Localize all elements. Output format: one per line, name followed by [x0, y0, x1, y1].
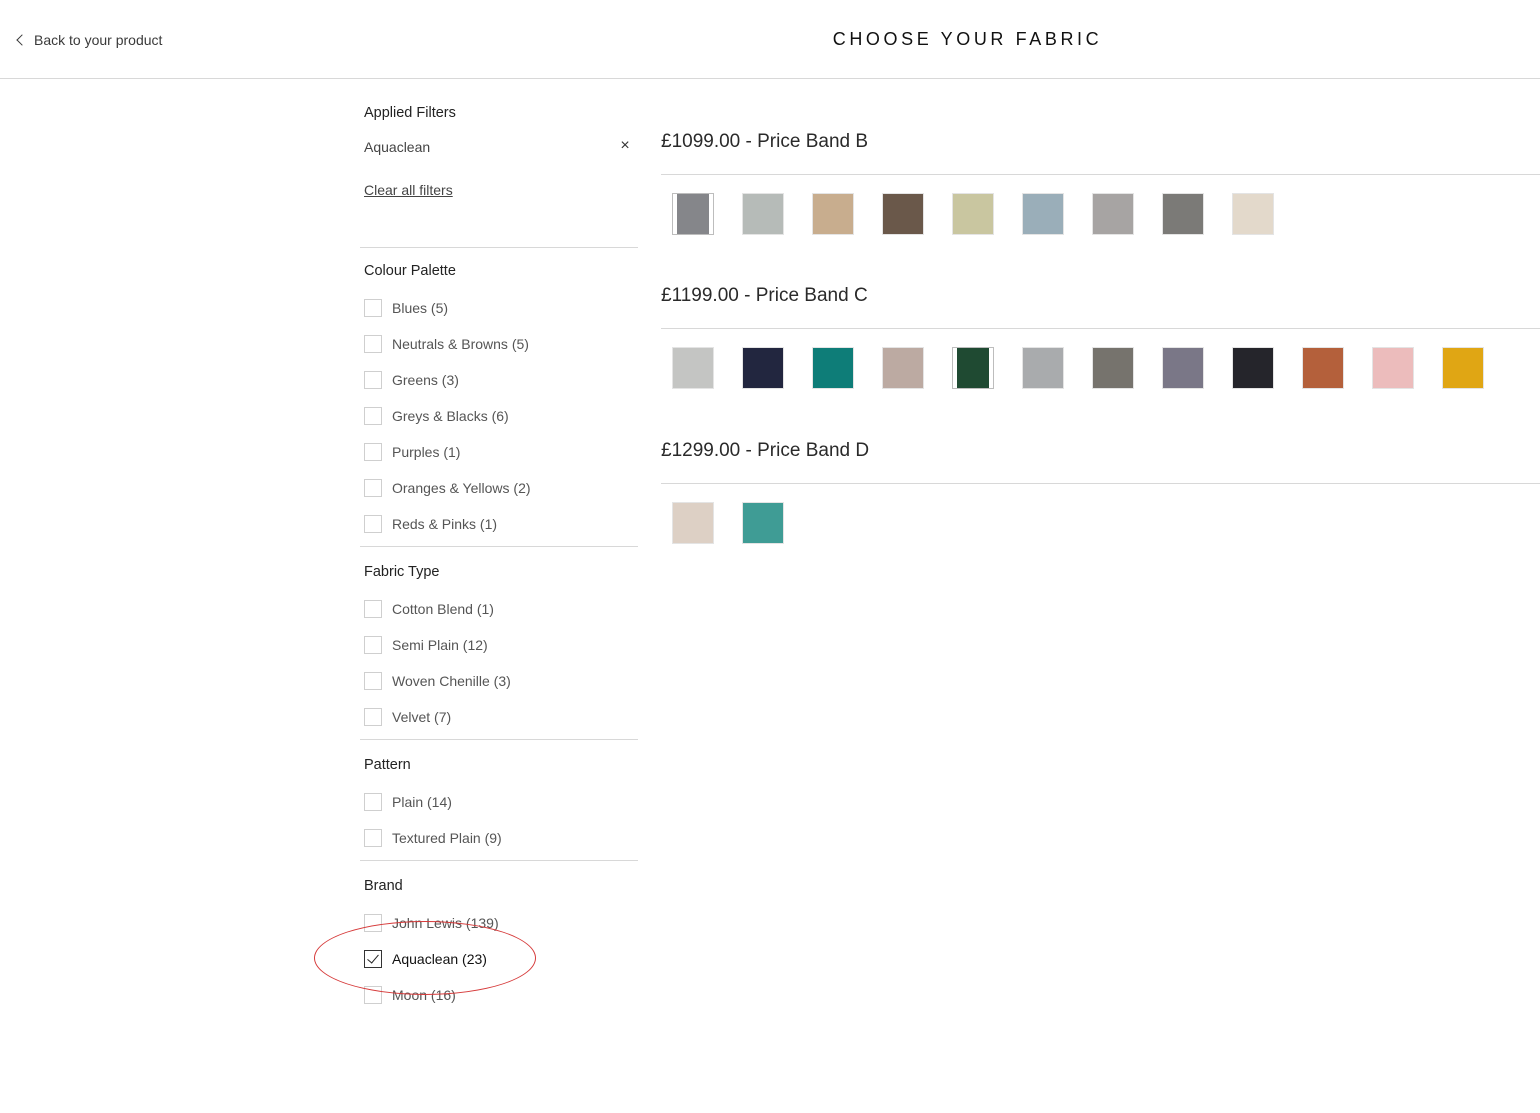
- filter-option-label: Textured Plain (9): [392, 830, 502, 846]
- filter-option-label: Velvet (7): [392, 709, 452, 725]
- filter-option-label: Purples (1): [392, 444, 461, 460]
- band-divider: [661, 328, 1540, 329]
- filter-option[interactable]: Greens (3): [364, 370, 459, 390]
- price-band-title: £1299.00 - Price Band D: [661, 440, 870, 461]
- band-divider: [661, 483, 1540, 484]
- price-band-title: £1199.00 - Price Band C: [661, 285, 868, 306]
- filter-option[interactable]: Velvet (7): [364, 707, 451, 727]
- colour-palette-title: Colour Palette: [364, 263, 456, 279]
- filter-option[interactable]: Woven Chenille (3): [364, 671, 511, 691]
- filter-option-label: Aquaclean (23): [392, 951, 487, 967]
- fabric-swatch[interactable]: [742, 193, 784, 235]
- fabric-swatch[interactable]: [742, 502, 784, 544]
- filter-option[interactable]: John Lewis (139): [364, 913, 499, 933]
- fabric-swatch[interactable]: [1022, 347, 1064, 389]
- filter-option-label: Oranges & Yellows (2): [392, 480, 531, 496]
- divider: [360, 247, 638, 248]
- checkbox[interactable]: [364, 443, 382, 461]
- page-header: Back to your product CHOOSE YOUR FABRIC: [0, 0, 1540, 79]
- divider: [360, 546, 638, 547]
- fabric-swatch[interactable]: [1092, 193, 1134, 235]
- fabric-swatch[interactable]: [1302, 347, 1344, 389]
- applied-filters-title: Applied Filters: [364, 105, 456, 121]
- checkbox[interactable]: [364, 829, 382, 847]
- filter-option-label: Greys & Blacks (6): [392, 408, 509, 424]
- applied-filter-label: Aquaclean: [364, 139, 431, 155]
- checkbox[interactable]: [364, 299, 382, 317]
- page-title: CHOOSE YOUR FABRIC: [832, 29, 1103, 49]
- fabric-swatch[interactable]: [1022, 193, 1064, 235]
- checkbox[interactable]: [364, 371, 382, 389]
- checkbox[interactable]: [364, 479, 382, 497]
- filter-option[interactable]: Textured Plain (9): [364, 828, 502, 848]
- filter-option[interactable]: Plain (14): [364, 792, 452, 812]
- fabric-swatch[interactable]: [672, 502, 714, 544]
- fabric-swatch[interactable]: [1232, 193, 1274, 235]
- filter-option[interactable]: Purples (1): [364, 442, 460, 462]
- fabric-type-title: Fabric Type: [364, 564, 440, 580]
- clear-all-filters-link[interactable]: Clear all filters: [364, 182, 453, 198]
- fabric-swatch[interactable]: [882, 347, 924, 389]
- remove-filter-icon[interactable]: ×: [618, 138, 632, 154]
- filter-option[interactable]: Greys & Blacks (6): [364, 406, 509, 426]
- checkbox[interactable]: [364, 407, 382, 425]
- checkbox[interactable]: [364, 708, 382, 726]
- checkbox[interactable]: [364, 335, 382, 353]
- filter-option[interactable]: Moon (16): [364, 985, 456, 1005]
- fabric-swatch[interactable]: [1162, 193, 1204, 235]
- filter-option-label: Neutrals & Browns (5): [392, 336, 529, 352]
- filter-option[interactable]: Neutrals & Browns (5): [364, 334, 529, 354]
- filter-option-label: Blues (5): [392, 300, 449, 316]
- checkbox[interactable]: [364, 793, 382, 811]
- filter-option[interactable]: Aquaclean (23): [364, 949, 487, 969]
- checkbox[interactable]: [364, 600, 382, 618]
- filter-option-label: Moon (16): [392, 987, 456, 1003]
- divider: [360, 860, 638, 861]
- filter-option-label: John Lewis (139): [392, 915, 499, 931]
- filter-option[interactable]: Cotton Blend (1): [364, 599, 494, 619]
- fabric-swatch[interactable]: [742, 347, 784, 389]
- fabric-swatch[interactable]: [672, 193, 714, 235]
- filter-option-label: Semi Plain (12): [392, 637, 488, 653]
- checkbox[interactable]: [364, 986, 382, 1004]
- checkbox-checked[interactable]: [364, 950, 382, 968]
- filter-option-label: Woven Chenille (3): [392, 673, 511, 689]
- price-band-title: £1099.00 - Price Band B: [661, 131, 869, 152]
- fabric-swatch[interactable]: [812, 347, 854, 389]
- fabric-swatch[interactable]: [672, 347, 714, 389]
- pattern-title: Pattern: [364, 757, 411, 773]
- checkbox[interactable]: [364, 636, 382, 654]
- fabric-swatch[interactable]: [1442, 347, 1484, 389]
- filter-option[interactable]: Semi Plain (12): [364, 635, 488, 655]
- filter-option-label: Plain (14): [392, 794, 452, 810]
- fabric-swatch[interactable]: [1162, 347, 1204, 389]
- checkbox[interactable]: [364, 515, 382, 533]
- fabric-swatch[interactable]: [1372, 347, 1414, 389]
- fabric-swatch-list: £1099.00 - Price Band B £1199.00 - Price …: [661, 80, 1540, 600]
- fabric-swatch[interactable]: [812, 193, 854, 235]
- filter-option[interactable]: Blues (5): [364, 298, 448, 318]
- fabric-swatch[interactable]: [1092, 347, 1134, 389]
- filter-option-label: Greens (3): [392, 372, 459, 388]
- fabric-swatch[interactable]: [1232, 347, 1274, 389]
- brand-title: Brand: [364, 878, 403, 894]
- band-divider: [661, 174, 1540, 175]
- checkbox[interactable]: [364, 672, 382, 690]
- filter-option-label: Cotton Blend (1): [392, 601, 494, 617]
- checkbox[interactable]: [364, 914, 382, 932]
- divider: [360, 739, 638, 740]
- filter-option-label: Reds & Pinks (1): [392, 516, 498, 532]
- fabric-swatch[interactable]: [952, 347, 994, 389]
- fabric-swatch[interactable]: [952, 193, 994, 235]
- fabric-swatch[interactable]: [882, 193, 924, 235]
- filter-option[interactable]: Oranges & Yellows (2): [364, 478, 531, 498]
- filter-option[interactable]: Reds & Pinks (1): [364, 514, 497, 534]
